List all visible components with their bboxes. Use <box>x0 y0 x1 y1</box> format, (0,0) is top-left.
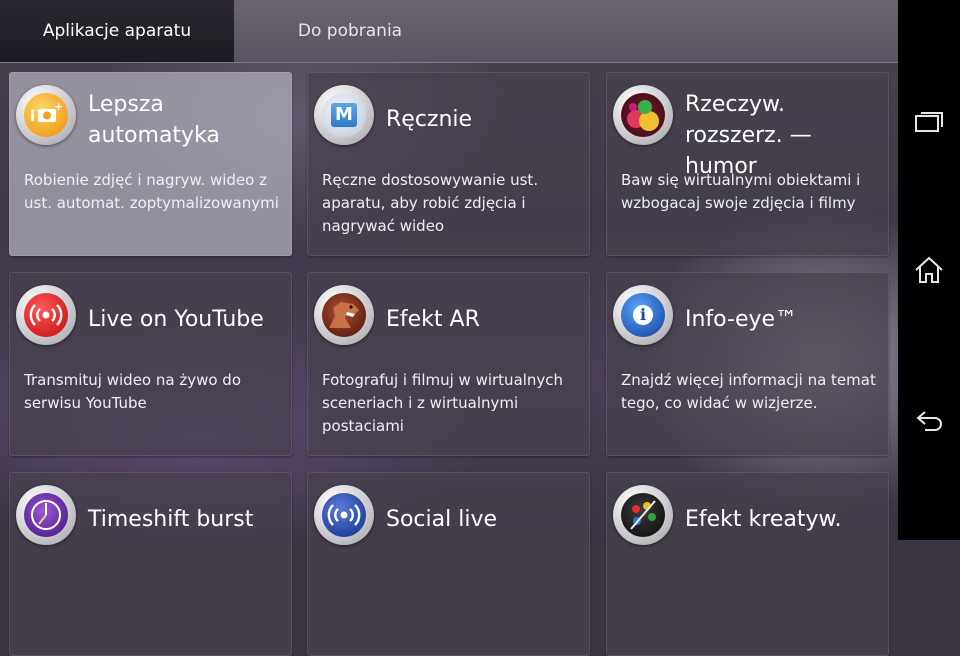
manual-m-icon: M <box>314 85 374 145</box>
info-eye-icon: i <box>613 285 673 345</box>
back-icon[interactable] <box>913 404 945 436</box>
social-live-broadcast-icon <box>314 485 374 545</box>
tab-camera-apps[interactable]: Aplikacje aparatu <box>0 0 234 62</box>
recent-apps-icon[interactable] <box>913 106 945 138</box>
app-card-live-youtube[interactable]: Live on YouTube Transmituj wideo na żywo… <box>9 272 292 456</box>
tab-downloads[interactable]: Do pobrania <box>234 0 466 62</box>
app-title: Efekt kreatyw. <box>685 507 842 532</box>
app-card-ar-fun[interactable]: Rzeczyw. rozszerz. — humor Baw się wirtu… <box>606 72 889 256</box>
app-card-superior-auto[interactable]: i + Lepsza automatyka Robienie zdjęć i n… <box>9 72 292 256</box>
app-card-creative-effect[interactable]: Efekt kreatyw. <box>606 472 889 656</box>
system-navigation-bar <box>898 0 960 540</box>
app-card-social-live[interactable]: Social live <box>307 472 590 656</box>
app-title: Social live <box>386 507 497 532</box>
app-card-timeshift-burst[interactable]: Timeshift burst <box>9 472 292 656</box>
svg-text:i: i <box>30 107 35 125</box>
live-broadcast-icon <box>16 285 76 345</box>
app-title: Ręcznie <box>386 107 473 132</box>
app-card-info-eye[interactable]: i Info-eye™ Znajdź więcej informacji na … <box>606 272 889 456</box>
creative-palette-icon <box>613 485 673 545</box>
app-card-ar-effect[interactable]: Efekt AR Fotografuj i filmuj w wirtualny… <box>307 272 590 456</box>
app-description: Transmituj wideo na żywo do serwisu YouT… <box>24 371 242 412</box>
camera-plus-icon: i + <box>16 85 76 145</box>
app-description: Fotografuj i filmuj w wirtualnych scener… <box>322 371 564 435</box>
timeshift-clock-icon <box>16 485 76 545</box>
app-title: Lepsza automatyka <box>88 92 220 148</box>
app-title: Info-eye™ <box>685 307 798 332</box>
app-description: Robienie zdjęć i nagryw. wideo z ust. au… <box>24 171 279 212</box>
dinosaur-icon <box>314 285 374 345</box>
ar-fun-bubbles-icon <box>613 85 673 145</box>
app-title: Efekt AR <box>386 307 480 332</box>
app-description: Ręczne dostosowywanie ust. aparatu, aby … <box>322 171 539 235</box>
app-description: Znajdź więcej informacji na temat tego, … <box>621 371 876 412</box>
tab-bar: Aplikacje aparatu Do pobrania <box>0 0 898 63</box>
app-description: Baw się wirtualnymi obiektami i wzbogaca… <box>621 171 861 212</box>
home-icon[interactable] <box>913 254 945 286</box>
app-title: Timeshift burst <box>88 507 254 532</box>
app-title: Live on YouTube <box>88 307 264 332</box>
app-card-manual[interactable]: M Ręcznie Ręczne dostosowywanie ust. apa… <box>307 72 590 256</box>
svg-text:+: + <box>54 101 63 113</box>
